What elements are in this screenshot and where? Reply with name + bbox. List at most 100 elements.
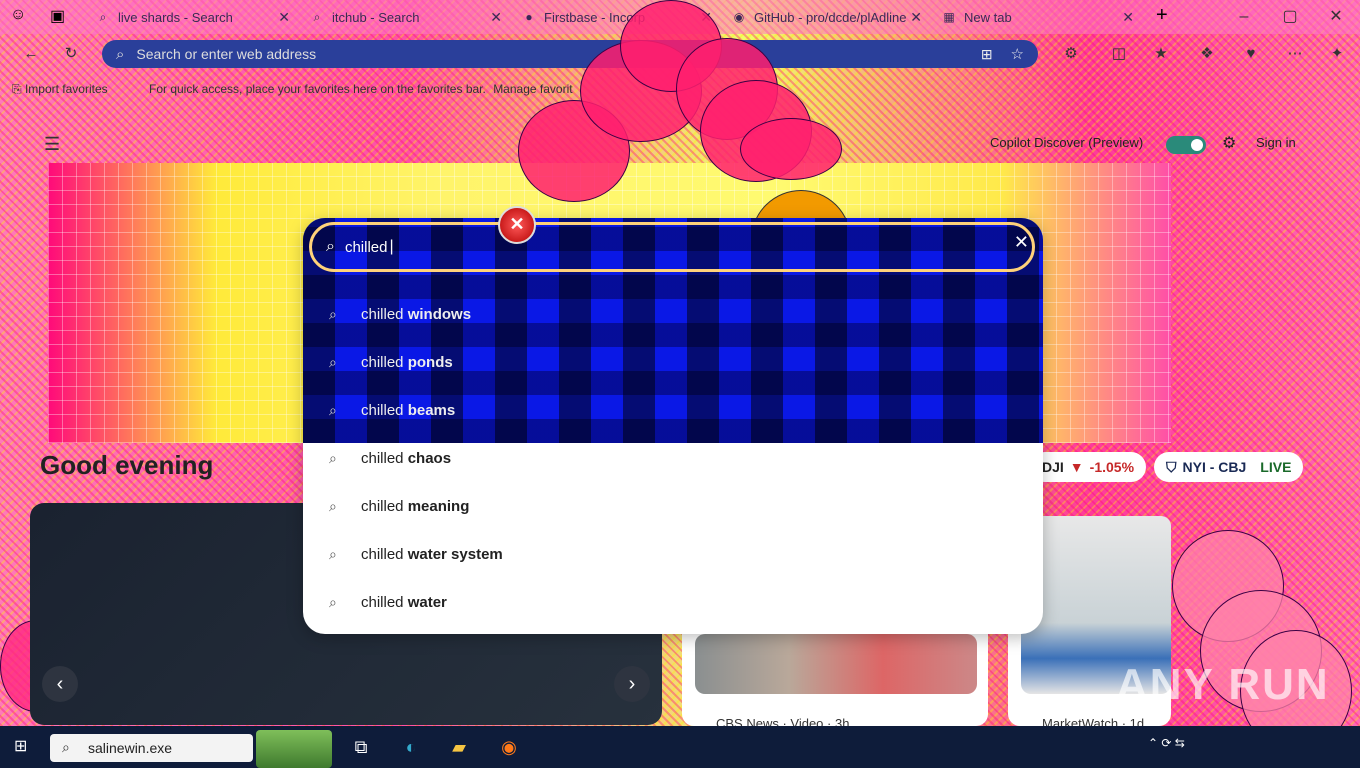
tab-label: New tab: [964, 9, 1012, 25]
suggestion-prefix: chilled: [361, 449, 404, 467]
new-tab-button[interactable]: +: [1156, 4, 1168, 27]
close-window-button[interactable]: ✕: [1316, 4, 1356, 30]
newtab-icon: ▦: [943, 10, 955, 24]
suggestion-suffix: beams: [407, 401, 456, 419]
extensions-icon[interactable]: ⚙: [1060, 44, 1082, 64]
taskbar-search[interactable]: ⌕ salinewin.exe: [50, 734, 253, 762]
suggestion-suffix: water system: [407, 545, 503, 563]
tab-label: GitHub - pro/dcde/plAdline: [754, 9, 907, 25]
collections-icon[interactable]: ❖: [1196, 44, 1218, 64]
tray-icons[interactable]: ⌃ ⟳ ⇆: [1148, 736, 1185, 750]
search-icon: ⌕: [326, 238, 335, 255]
refresh-icon[interactable]: ↻: [60, 44, 82, 64]
suggestion-prefix: chilled: [361, 497, 404, 515]
close-icon[interactable]: ✕: [1122, 9, 1134, 26]
tab-2[interactable]: ⌕ itchub - Search ✕: [300, 3, 510, 31]
next-arrow-button[interactable]: ›: [614, 666, 650, 702]
tab-5-active[interactable]: ▦ New tab ✕: [932, 3, 1142, 31]
ticker-symbol: DJI: [1042, 459, 1064, 475]
live-badge: LIVE: [1260, 459, 1292, 475]
settings-gear-icon[interactable]: ⚙: [1222, 133, 1236, 153]
firstbase-icon: ●: [525, 10, 533, 24]
import-favorites[interactable]: ⎘ Import favorites: [12, 82, 108, 97]
suggestion-item[interactable]: ⌕ chilled meaning: [303, 482, 1043, 530]
split-icon[interactable]: ◫: [1108, 44, 1130, 64]
tab-label: itchub - Search: [332, 9, 420, 25]
discover-toggle[interactable]: [1166, 136, 1206, 154]
suggestion-item[interactable]: ⌕ chilled windows: [303, 290, 1043, 338]
suggestion-suffix: water: [407, 593, 447, 611]
search-input[interactable]: ⌕ chilled |: [309, 222, 1035, 272]
address-placeholder: Search or enter web address: [136, 46, 317, 62]
score-match: NYI - CBJ: [1182, 459, 1247, 475]
search-icon: ⌕: [116, 45, 125, 63]
search-icon: ⌕: [313, 10, 321, 24]
profile-icon[interactable]: ☺: [10, 6, 26, 24]
greeting-heading: Good evening: [40, 450, 214, 480]
favorite-star-icon[interactable]: ☆: [1011, 45, 1024, 63]
maximize-button[interactable]: ▢: [1270, 4, 1310, 30]
text-cursor: |: [389, 238, 394, 255]
suggestion-suffix: chaos: [407, 449, 452, 467]
more-menu-icon[interactable]: ⋯: [1284, 44, 1306, 64]
search-icon: ⌕: [62, 739, 70, 755]
import-icon: ⎘: [12, 82, 25, 96]
suggestion-prefix: chilled: [361, 545, 404, 563]
hamburger-menu-icon[interactable]: ☰: [44, 134, 60, 155]
down-arrow-icon: ▼: [1069, 459, 1084, 475]
task-view-icon[interactable]: ⧉: [344, 732, 378, 762]
tab-actions-icon[interactable]: ▣: [50, 6, 65, 26]
health-icon[interactable]: ♥: [1240, 44, 1262, 64]
suggestion-item[interactable]: ⌕ chilled water system: [303, 530, 1043, 578]
suggestion-suffix: windows: [407, 305, 472, 323]
discover-label: Copilot Discover (Preview): [990, 135, 1144, 150]
ticker-dji[interactable]: DJI ▼ -1.05%: [1030, 452, 1147, 482]
search-icon: ⌕: [329, 545, 337, 562]
manage-favorites-link[interactable]: Manage favorit: [493, 82, 572, 96]
suggestion-item[interactable]: ⌕ chilled water: [303, 578, 1043, 626]
address-bar[interactable]: ⌕ Search or enter web address ⊞ ☆: [102, 40, 1038, 68]
suggestion-prefix: chilled: [361, 305, 404, 323]
start-icon[interactable]: ⊞: [14, 736, 27, 756]
import-label: Import favorites: [24, 82, 108, 96]
search-query: chilled: [344, 238, 388, 256]
suggestion-prefix: chilled: [361, 401, 404, 419]
suggestion-suffix: meaning: [407, 497, 470, 515]
search-icon: ⌕: [329, 449, 337, 466]
copilot-icon[interactable]: ✦: [1326, 44, 1348, 64]
close-icon[interactable]: ✕: [490, 9, 502, 26]
suggestion-suffix: ponds: [407, 353, 453, 371]
favorites-hint: For quick access, place your favorites h…: [149, 82, 573, 96]
ticker-score[interactable]: ⛉ NYI - CBJ LIVE: [1154, 452, 1304, 482]
file-explorer-icon[interactable]: ▰: [442, 732, 476, 762]
search-icon: ⌕: [329, 593, 337, 610]
taskbar-search-text: salinewin.exe: [88, 740, 173, 756]
news-image: [695, 634, 977, 694]
suggestion-item[interactable]: ⌕ chilled beams: [303, 386, 1043, 434]
split-screen-icon[interactable]: ⊞: [981, 46, 993, 63]
clear-search-icon[interactable]: ✕: [1014, 232, 1029, 253]
close-icon[interactable]: ✕: [910, 9, 922, 26]
sign-in-link[interactable]: Sign in: [1256, 135, 1296, 150]
watermark-logo: ANY RUN: [1116, 660, 1330, 709]
search-highlight-image: [256, 730, 332, 768]
tab-4[interactable]: ◉ GitHub - pro/dcde/plAdline ✕: [722, 3, 930, 31]
tab-1[interactable]: ⌕ live shards - Search ✕: [86, 3, 298, 31]
search-icon: ⌕: [329, 305, 337, 322]
decor-circle: [740, 118, 842, 180]
search-icon: ⌕: [329, 497, 337, 514]
close-icon[interactable]: ✕: [278, 9, 290, 26]
search-icon: ⌕: [329, 353, 337, 370]
favorites-hint-text: For quick access, place your favorites h…: [149, 82, 486, 96]
minimize-button[interactable]: –: [1224, 4, 1264, 30]
suggestion-item[interactable]: ⌕ chilled ponds: [303, 338, 1043, 386]
back-icon[interactable]: ←: [20, 44, 42, 64]
search-icon: ⌕: [99, 10, 107, 24]
prev-arrow-button[interactable]: ‹: [42, 666, 78, 702]
search-icon: ⌕: [329, 401, 337, 418]
edge-icon[interactable]: ◐: [394, 732, 428, 762]
firefox-icon[interactable]: ◉: [492, 732, 526, 762]
favorites-icon[interactable]: ★: [1150, 44, 1172, 64]
suggestion-prefix: chilled: [361, 593, 404, 611]
suggestion-item[interactable]: ⌕ chilled chaos: [303, 434, 1043, 482]
